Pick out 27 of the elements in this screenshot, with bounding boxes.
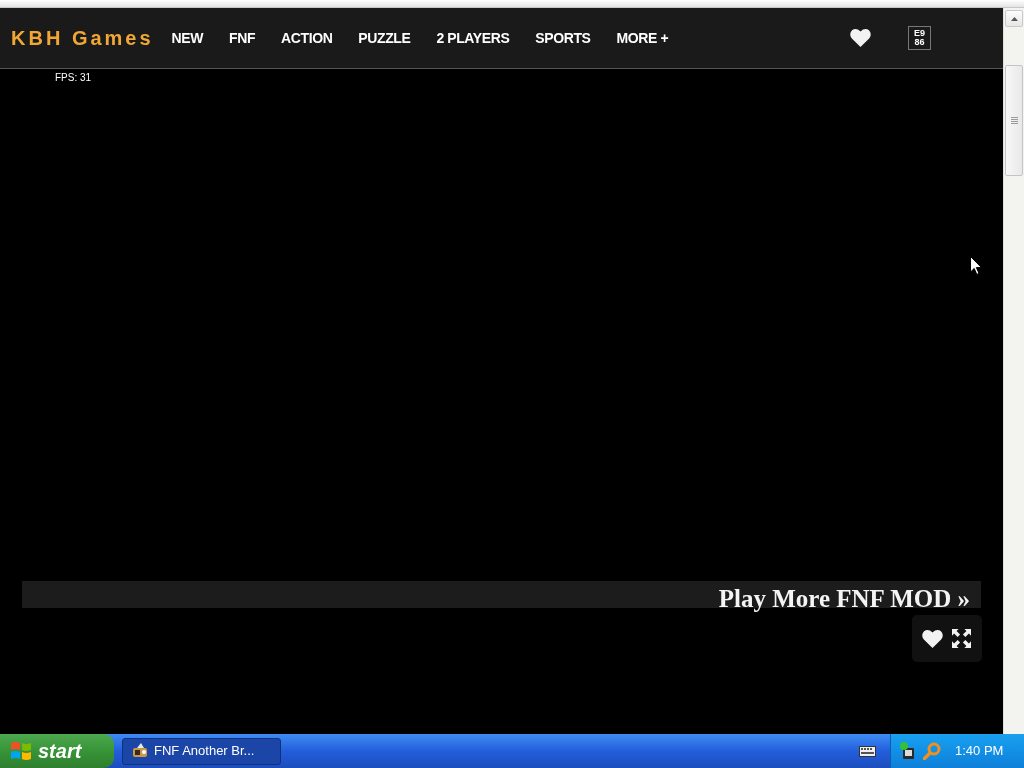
nav-link[interactable]: SPORTS	[535, 27, 591, 49]
vertical-scrollbar[interactable]	[1003, 8, 1024, 734]
up-caret-icon	[1010, 16, 1018, 21]
game-app-icon	[132, 743, 150, 759]
favorites-heart-icon[interactable]	[850, 29, 871, 47]
nav-link[interactable]: 2 PLAYERS	[436, 27, 510, 49]
scroll-thumb[interactable]	[1005, 65, 1023, 176]
keyboard-icon[interactable]	[859, 745, 876, 757]
scroll-up-button[interactable]	[1005, 10, 1023, 27]
grip-lines-icon	[1010, 116, 1018, 125]
nav-link[interactable]: FNF	[229, 27, 256, 49]
mouse-pointer-icon	[970, 256, 982, 275]
fps-counter: FPS: 31	[55, 72, 92, 84]
nav-link[interactable]: ACTION	[281, 27, 333, 49]
nav-link[interactable]: MORE +	[616, 27, 669, 49]
taskbar-window-button[interactable]: FNF Another Br...	[122, 737, 281, 765]
start-button[interactable]: start	[0, 734, 114, 768]
network-tray-icon[interactable]	[899, 742, 917, 760]
nav-link[interactable]: PUZZLE	[358, 27, 411, 49]
favorite-heart-icon[interactable]	[922, 629, 943, 648]
glyph-box-icon[interactable]: E9 86	[908, 26, 931, 50]
clock-time: 1:40 PM	[955, 742, 1004, 761]
fullscreen-icon[interactable]	[952, 629, 971, 648]
site-logo[interactable]: KBH Games	[11, 23, 154, 53]
play-more-link[interactable]: Play More FNF MOD »	[718, 585, 970, 612]
nav-link[interactable]: NEW	[171, 27, 204, 49]
windows-flag-icon	[10, 740, 32, 762]
